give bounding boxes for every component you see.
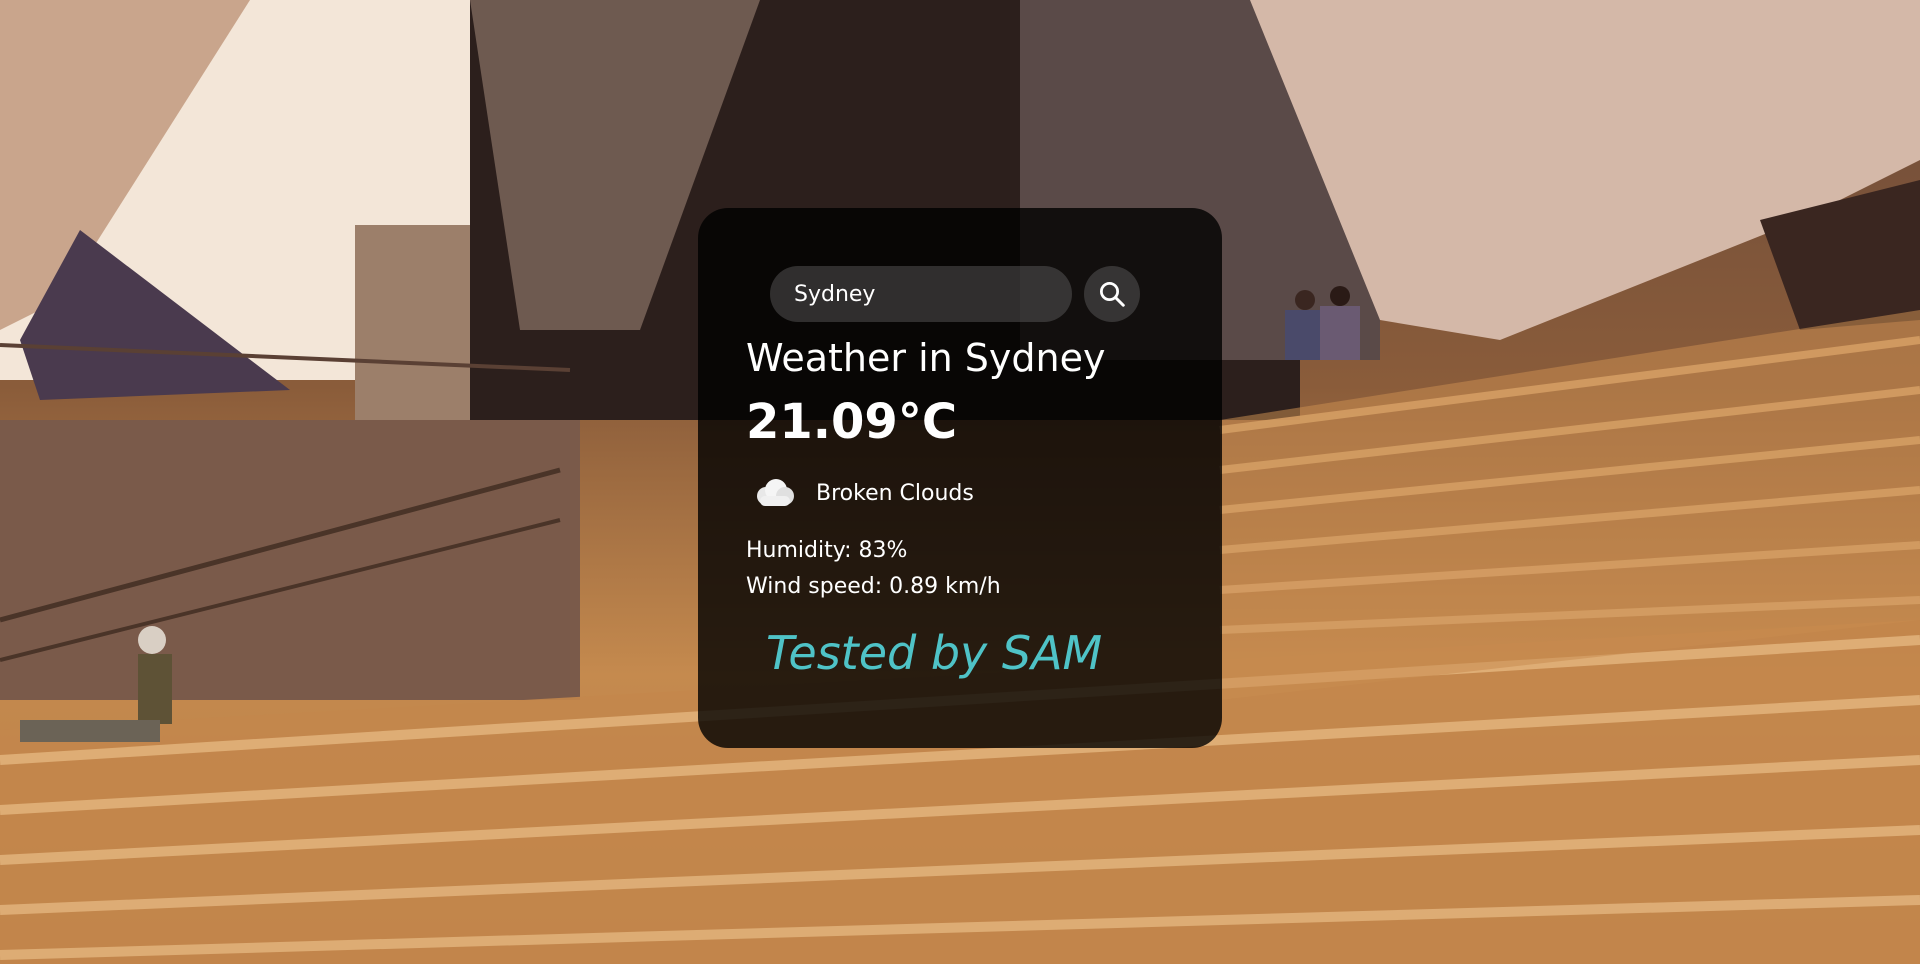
tested-by-label: Tested by SAM [766,626,1103,680]
cloud-icon [757,479,794,506]
weather-description-row: Broken Clouds [752,478,974,508]
search-icon [1100,282,1125,307]
wind-speed: Wind speed: 0.89 km/h [746,574,1001,599]
search-button[interactable] [1084,266,1140,322]
temperature: 21.09°C [746,394,958,450]
humidity: Humidity: 83% [746,538,908,563]
search-bar [770,266,1140,322]
search-input[interactable] [770,266,1072,322]
city-title: Weather in Sydney [746,336,1106,380]
weather-description: Broken Clouds [816,480,974,506]
weather-card: Weather in Sydney 21.09°C Broken Clouds … [698,208,1222,748]
